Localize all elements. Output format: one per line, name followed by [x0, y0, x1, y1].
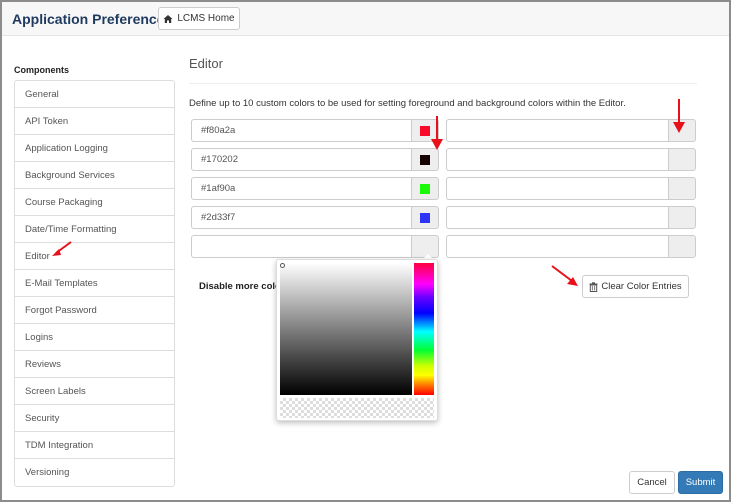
color-input[interactable]: #2d33f7 — [191, 206, 411, 229]
sidebar-item-course-packaging[interactable]: Course Packaging — [15, 189, 174, 216]
color-row-right-1 — [446, 119, 696, 142]
color-row-left-1: #f80a2a — [191, 119, 439, 142]
color-picker-popover — [276, 259, 438, 421]
clear-color-entries-label: Clear Color Entries — [601, 281, 682, 292]
sidebar-item-api-token[interactable]: API Token — [15, 108, 174, 135]
components-heading: Components — [14, 65, 69, 75]
sidebar-item-tdm-integration[interactable]: TDM Integration — [15, 432, 174, 459]
lcms-home-button[interactable]: LCMS Home — [158, 7, 240, 30]
color-swatch — [420, 125, 430, 136]
color-input[interactable]: #170202 — [191, 148, 411, 171]
sidebar-item-email-templates[interactable]: E-Mail Templates — [15, 270, 174, 297]
color-row-left-3: #1af90a — [191, 177, 439, 200]
color-input[interactable]: #1af90a — [191, 177, 411, 200]
hue-slider[interactable] — [414, 263, 434, 395]
home-icon — [163, 14, 173, 23]
color-input[interactable] — [446, 206, 668, 229]
color-input[interactable] — [446, 177, 668, 200]
sidebar-item-general[interactable]: General — [15, 81, 174, 108]
color-input[interactable] — [446, 148, 668, 171]
color-picker-button[interactable] — [668, 148, 696, 171]
color-picker-button[interactable] — [668, 177, 696, 200]
color-picker-button[interactable] — [411, 206, 439, 229]
color-row-left-2: #170202 — [191, 148, 439, 171]
color-input[interactable] — [446, 119, 668, 142]
trash-icon — [589, 281, 598, 292]
sidebar-item-screen-labels[interactable]: Screen Labels — [15, 378, 174, 405]
sidebar-item-versioning[interactable]: Versioning — [15, 459, 174, 486]
color-picker-button[interactable] — [411, 148, 439, 171]
sidebar-item-date-time-formatting[interactable]: Date/Time Formatting — [15, 216, 174, 243]
color-picker-button[interactable] — [668, 119, 696, 142]
saturation-area[interactable] — [280, 263, 412, 395]
page-title: Application Preferences — [12, 11, 173, 27]
color-picker-button[interactable] — [668, 206, 696, 229]
saturation-handle[interactable] — [280, 263, 285, 268]
annotation-arrow-icon — [551, 265, 578, 286]
disable-more-colors-label: Disable more colo — [199, 281, 281, 292]
components-sidebar: General API Token Application Logging Ba… — [14, 80, 175, 487]
color-input[interactable] — [446, 235, 668, 258]
sidebar-item-application-logging[interactable]: Application Logging — [15, 135, 174, 162]
color-row-right-2 — [446, 148, 696, 171]
color-row-right-4 — [446, 206, 696, 229]
clear-color-entries-button[interactable]: Clear Color Entries — [582, 275, 689, 298]
section-divider — [189, 83, 697, 84]
color-row-left-5 — [191, 235, 439, 258]
sidebar-item-editor[interactable]: Editor — [15, 243, 174, 270]
cancel-button[interactable]: Cancel — [629, 471, 675, 494]
color-picker-button[interactable] — [411, 177, 439, 200]
color-picker-button[interactable] — [668, 235, 696, 258]
color-swatch — [420, 183, 430, 194]
sidebar-item-logins[interactable]: Logins — [15, 324, 174, 351]
app-window: Application Preferences LCMS Home Compon… — [0, 0, 731, 502]
sidebar-item-forgot-password[interactable]: Forgot Password — [15, 297, 174, 324]
color-picker-button[interactable] — [411, 119, 439, 142]
color-row-right-3 — [446, 177, 696, 200]
alpha-slider[interactable] — [280, 398, 434, 418]
color-swatch — [420, 154, 430, 165]
top-bar: Application Preferences LCMS Home — [2, 2, 729, 36]
sidebar-item-security[interactable]: Security — [15, 405, 174, 432]
color-input[interactable] — [191, 235, 411, 258]
lcms-home-label: LCMS Home — [177, 13, 235, 24]
color-row-right-5 — [446, 235, 696, 258]
color-row-left-4: #2d33f7 — [191, 206, 439, 229]
color-input[interactable]: #f80a2a — [191, 119, 411, 142]
submit-button[interactable]: Submit — [678, 471, 723, 494]
editor-description: Define up to 10 custom colors to be used… — [189, 98, 626, 109]
color-swatch — [420, 212, 430, 223]
sidebar-item-background-services[interactable]: Background Services — [15, 162, 174, 189]
section-title: Editor — [189, 56, 223, 71]
sidebar-item-reviews[interactable]: Reviews — [15, 351, 174, 378]
